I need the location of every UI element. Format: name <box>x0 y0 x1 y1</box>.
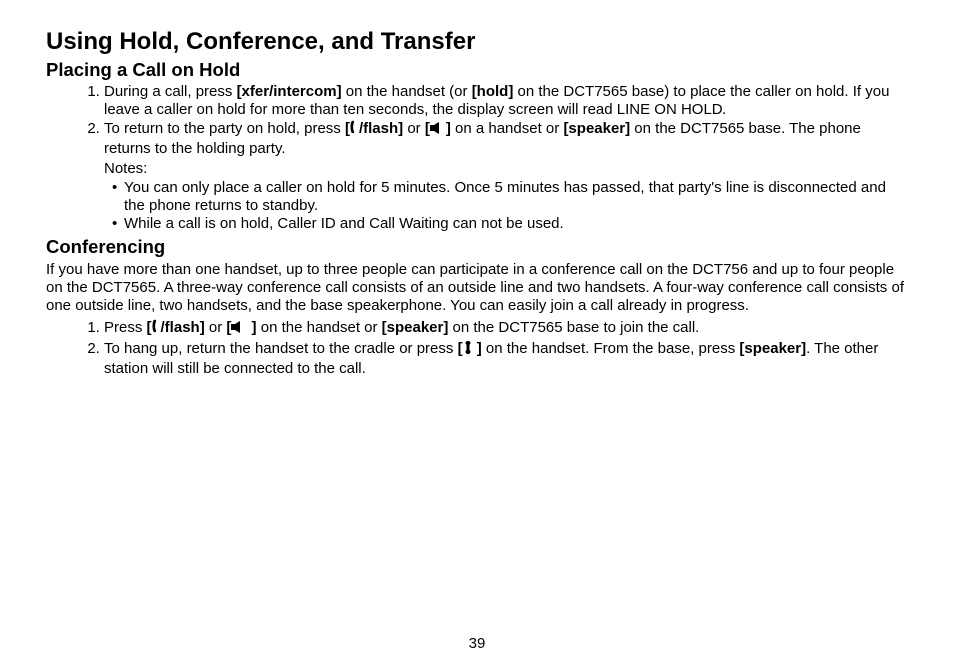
conferencing-steps: Press [/flash] or [ ] on the handset or … <box>46 319 908 378</box>
text-italic: . <box>723 101 727 118</box>
list-item: You can only place a caller on hold for … <box>124 179 908 214</box>
subsection-placing-hold: Placing a Call on Hold <box>46 59 908 81</box>
key-flash: /flash] <box>161 319 205 336</box>
text: You can only place a caller on hold for … <box>124 179 886 214</box>
document-page: Using Hold, Conference, and Transfer Pla… <box>0 0 954 668</box>
notes-label: Notes: <box>104 160 908 178</box>
notes-list: You can only place a caller on hold for … <box>104 179 908 232</box>
text: Press <box>104 319 147 336</box>
key-xfer-intercom: [xfer/intercom] <box>237 83 342 100</box>
end-call-icon <box>463 340 473 360</box>
list-item: Press [/flash] or [ ] on the handset or … <box>104 319 908 339</box>
text: During a call, press <box>104 83 237 100</box>
key-hold: [hold] <box>472 83 514 100</box>
key-speaker: [speaker] <box>382 319 449 336</box>
phone-icon <box>152 319 161 339</box>
subsection-conferencing: Conferencing <box>46 236 908 258</box>
text: While a call is on hold, Caller ID and C… <box>124 215 564 232</box>
key-speaker: [speaker] <box>563 120 630 137</box>
text: To hang up, return the handset to the cr… <box>104 340 458 357</box>
speaker-icon <box>231 320 247 339</box>
key-speaker: [speaker] <box>739 340 806 357</box>
text: or <box>205 319 227 336</box>
page-number: 39 <box>0 635 954 652</box>
text: To return to the party on hold, press <box>104 120 345 137</box>
text: on the handset or <box>257 319 382 336</box>
section-title: Using Hold, Conference, and Transfer <box>46 28 908 57</box>
text: or <box>403 120 425 137</box>
text: on a handset or <box>451 120 564 137</box>
paragraph: If you have more than one handset, up to… <box>46 261 908 315</box>
speaker-icon <box>430 121 446 140</box>
phone-icon <box>350 120 359 140</box>
list-item: To return to the party on hold, press [/… <box>104 120 908 232</box>
list-item: To hang up, return the handset to the cr… <box>104 340 908 377</box>
text: on the DCT7565 base to join the call. <box>448 319 699 336</box>
bracket-close: ] <box>473 340 482 357</box>
bracket-close: ] <box>247 319 256 336</box>
text: on the handset (or <box>342 83 472 100</box>
key-flash: /flash] <box>359 120 403 137</box>
placing-hold-steps: During a call, press [xfer/intercom] on … <box>46 83 908 233</box>
list-item: While a call is on hold, Caller ID and C… <box>124 215 908 233</box>
list-item: During a call, press [xfer/intercom] on … <box>104 83 908 118</box>
text: on the handset. From the base, press <box>482 340 740 357</box>
